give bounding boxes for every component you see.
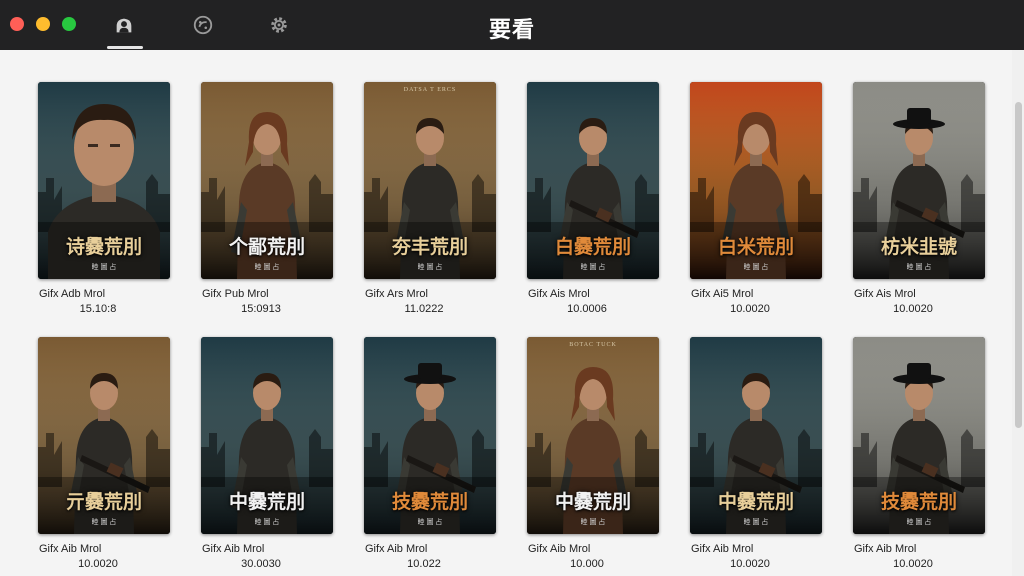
movie-title: Gifx Adb Mrol bbox=[39, 288, 106, 300]
movie-title: Gifx Pub Mrol bbox=[202, 288, 269, 300]
movie-poster[interactable]: DATSA T ERCS 夯丰荒刖睦 圖 占 bbox=[364, 82, 496, 279]
movie-card[interactable]: 技爨荒刖睦 圖 占 Gifx Aib Mrol 10.022 bbox=[364, 337, 498, 573]
movie-card[interactable]: 枋米韭號睦 圖 占 Gifx Ais Mrol 10.0020 bbox=[853, 82, 987, 318]
movie-rating: 10.0020 bbox=[893, 303, 933, 315]
movie-rating: 30.0030 bbox=[241, 558, 281, 570]
window-title: 要看 bbox=[488, 18, 535, 43]
poster-title: 枋米韭號 bbox=[880, 236, 957, 258]
movie-rating: 10.0020 bbox=[730, 558, 770, 570]
poster-tagline: DATSA T ERCS bbox=[403, 87, 457, 93]
poster-subtitle: 睦 圖 占 bbox=[91, 519, 117, 526]
poster-subtitle: 睦 圖 占 bbox=[743, 264, 769, 271]
title-bar: 要看 bbox=[0, 0, 1024, 50]
movie-rating: 10.0006 bbox=[567, 303, 607, 315]
movie-rating: 10.000 bbox=[570, 558, 604, 570]
movie-poster[interactable]: 中爨荒刖睦 圖 占 bbox=[201, 337, 333, 534]
movie-card[interactable]: 中爨荒刖睦 圖 占 Gifx Aib Mrol 10.0020 bbox=[690, 337, 824, 573]
movie-title: Gifx Ars Mrol bbox=[365, 288, 428, 300]
poster-subtitle: 睦 圖 占 bbox=[91, 264, 117, 271]
movie-rating: 11.0222 bbox=[404, 303, 444, 315]
poster-title: 个鄙荒刖 bbox=[228, 236, 305, 258]
movie-title: Gifx Ais Mrol bbox=[528, 288, 590, 300]
movie-poster[interactable]: 技爨荒刖睦 圖 占 bbox=[853, 337, 985, 534]
poster-title: 中爨荒刖 bbox=[554, 491, 631, 513]
movie-rating: 10.0020 bbox=[78, 558, 118, 570]
poster-title: 亓爨荒刖 bbox=[65, 491, 142, 513]
poster-title: 白米荒刖 bbox=[717, 236, 794, 258]
movie-poster[interactable]: 个鄙荒刖睦 圖 占 bbox=[201, 82, 333, 279]
movie-card[interactable]: 诗爨荒刖睦 圖 占 Gifx Adb Mrol 15.10:8 bbox=[38, 82, 172, 318]
movie-title: Gifx Aib Mrol bbox=[691, 543, 754, 555]
movie-rating: 10.0020 bbox=[893, 558, 933, 570]
movie-card[interactable]: BOTAC TUCK 中爨荒刖睦 圖 占 Gifx Aib Mrol 10.000 bbox=[527, 337, 661, 573]
movie-rating: 15:0913 bbox=[241, 303, 281, 315]
poster-subtitle: 睦 圖 占 bbox=[906, 264, 932, 271]
poster-title: 夯丰荒刖 bbox=[391, 236, 468, 258]
poster-title: 技爨荒刖 bbox=[391, 491, 468, 513]
movie-poster[interactable]: BOTAC TUCK 中爨荒刖睦 圖 占 bbox=[527, 337, 659, 534]
poster-title: 诗爨荒刖 bbox=[65, 236, 142, 258]
poster-subtitle: 睦 圖 占 bbox=[254, 264, 280, 271]
movie-grid: 诗爨荒刖睦 圖 占 Gifx Adb Mrol 15.10:8 个鄙荒刖睦 圖 占 Gi… bbox=[0, 50, 1012, 576]
movie-rating: 10.0020 bbox=[730, 303, 770, 315]
poster-title: 白爨荒刖 bbox=[554, 236, 631, 258]
poster-subtitle: 睦 圖 占 bbox=[417, 519, 443, 526]
movie-title: Gifx Aib Mrol bbox=[528, 543, 591, 555]
movie-rating: 15.10:8 bbox=[79, 303, 117, 315]
movie-poster[interactable]: 亓爨荒刖睦 圖 占 bbox=[38, 337, 170, 534]
poster-subtitle: 睦 圖 占 bbox=[743, 519, 769, 526]
active-tab-indicator bbox=[107, 46, 143, 49]
movie-rating: 10.022 bbox=[407, 558, 441, 570]
movie-card[interactable]: 白米荒刖睦 圖 占 Gifx Ai5 Mrol 10.0020 bbox=[690, 82, 824, 318]
movie-title: Gifx Ai5 Mrol bbox=[691, 288, 754, 300]
movie-card[interactable]: 技爨荒刖睦 圖 占 Gifx Aib Mrol 10.0020 bbox=[853, 337, 987, 573]
poster-tagline: BOTAC TUCK bbox=[569, 342, 617, 348]
movie-card[interactable]: 个鄙荒刖睦 圖 占 Gifx Pub Mrol 15:0913 bbox=[201, 82, 335, 318]
poster-subtitle: 睦 圖 占 bbox=[417, 264, 443, 271]
movie-poster[interactable]: 技爨荒刖睦 圖 占 bbox=[364, 337, 496, 534]
movie-card[interactable]: DATSA T ERCS 夯丰荒刖睦 圖 占 Gifx Ars Mrol 11.022… bbox=[364, 82, 498, 318]
movie-poster[interactable]: 诗爨荒刖睦 圖 占 bbox=[38, 82, 170, 279]
movie-poster[interactable]: 中爨荒刖睦 圖 占 bbox=[690, 337, 822, 534]
movie-title: Gifx Aib Mrol bbox=[854, 543, 917, 555]
poster-subtitle: 睦 圖 占 bbox=[580, 519, 606, 526]
poster-title: 中爨荒刖 bbox=[228, 491, 305, 513]
movie-title: Gifx Ais Mrol bbox=[854, 288, 916, 300]
scrollbar-thumb[interactable] bbox=[1015, 102, 1022, 428]
movie-poster[interactable]: 枋米韭號睦 圖 占 bbox=[853, 82, 985, 279]
poster-subtitle: 睦 圖 占 bbox=[580, 264, 606, 271]
scrollbar-track[interactable] bbox=[1012, 50, 1024, 576]
poster-title: 技爨荒刖 bbox=[880, 491, 957, 513]
poster-subtitle: 睦 圖 占 bbox=[254, 519, 280, 526]
movie-title: Gifx Aib Mrol bbox=[202, 543, 265, 555]
movie-poster[interactable]: 白米荒刖睦 圖 占 bbox=[690, 82, 822, 279]
poster-subtitle: 睦 圖 占 bbox=[906, 519, 932, 526]
movie-card[interactable]: 亓爨荒刖睦 圖 占 Gifx Aib Mrol 10.0020 bbox=[38, 337, 172, 573]
movie-title: Gifx Aib Mrol bbox=[365, 543, 428, 555]
movie-card[interactable]: 白爨荒刖睦 圖 占 Gifx Ais Mrol 10.0006 bbox=[527, 82, 661, 318]
movie-card[interactable]: 中爨荒刖睦 圖 占 Gifx Aib Mrol 30.0030 bbox=[201, 337, 335, 573]
movie-poster[interactable]: 白爨荒刖睦 圖 占 bbox=[527, 82, 659, 279]
movie-title: Gifx Aib Mrol bbox=[39, 543, 102, 555]
poster-title: 中爨荒刖 bbox=[717, 491, 794, 513]
